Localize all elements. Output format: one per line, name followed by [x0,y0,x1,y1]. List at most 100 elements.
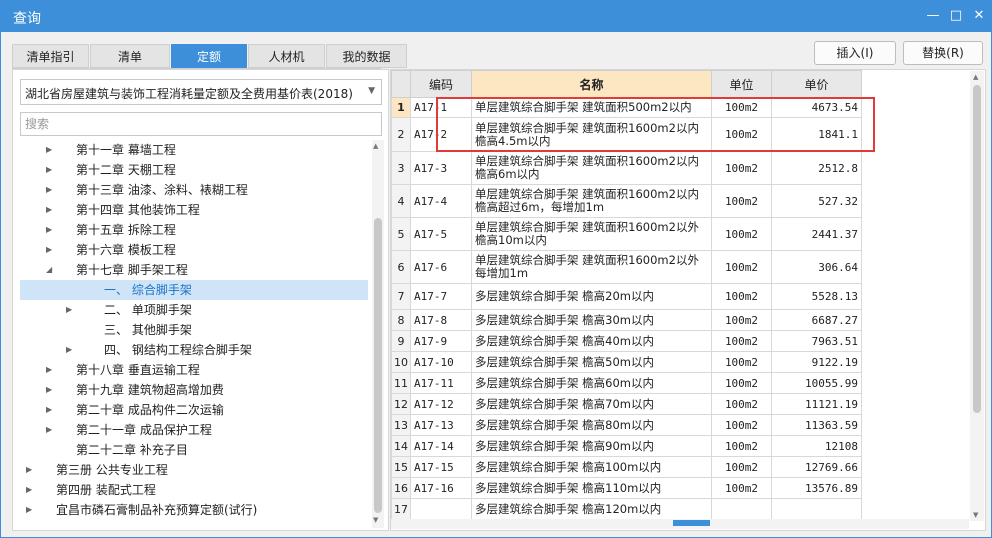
chevron-down-icon[interactable]: ▼ [368,86,375,96]
collapsed-caret-icon[interactable]: ▶ [46,200,52,220]
row-number[interactable]: 15 [391,456,411,478]
title-bar[interactable]: 查询 — □ ✕ [1,1,991,32]
price-cell[interactable]: 1841.1 [771,117,862,152]
price-cell[interactable]: 12108 [771,435,862,457]
row-number[interactable]: 1 [391,97,411,118]
name-cell[interactable]: 多层建筑综合脚手架 檐高50m以内 [471,351,712,373]
collapsed-caret-icon[interactable]: ▶ [46,140,52,160]
table-row[interactable]: 1 A17-1 单层建筑综合脚手架 建筑面积500m2以内 100m2 4673.54 [391,97,862,118]
collapsed-caret-icon[interactable]: ▶ [66,340,72,360]
splitter-grip[interactable] [673,520,710,526]
table-row[interactable]: 10 A17-10 多层建筑综合脚手架 檐高50m以内 100m2 9122.19 [391,351,862,373]
tree-item[interactable]: ▶ 第十九章 建筑物超高增加费 [20,380,368,400]
row-number[interactable]: 17 [391,498,411,520]
code-cell[interactable]: A17-11 [410,372,472,394]
search-input[interactable] [20,112,382,136]
collapsed-caret-icon[interactable]: ▶ [46,420,52,440]
table-row[interactable]: 9 A17-9 多层建筑综合脚手架 檐高40m以内 100m2 7963.51 [391,330,862,352]
replace-button[interactable]: 替换(R) [903,41,983,65]
unit-cell[interactable]: 100m2 [711,283,772,310]
table-row[interactable]: 14 A17-14 多层建筑综合脚手架 檐高90m以内 100m2 12108 [391,435,862,457]
unit-cell[interactable]: 100m2 [711,351,772,373]
code-cell[interactable]: A17-4 [410,184,472,218]
unit-cell[interactable]: 100m2 [711,330,772,352]
price-cell[interactable]: 4673.54 [771,97,862,118]
scroll-down-icon[interactable]: ▼ [373,516,378,524]
collapsed-caret-icon[interactable]: ▶ [46,220,52,240]
tree-item[interactable]: ▶ 第十一章 幕墙工程 [20,140,368,160]
price-cell[interactable]: 11363.59 [771,414,862,436]
table-row[interactable]: 13 A17-13 多层建筑综合脚手架 檐高80m以内 100m2 11363.59 [391,414,862,436]
collapsed-caret-icon[interactable]: ▶ [26,460,32,480]
unit-cell[interactable] [711,498,772,520]
tree-item[interactable]: ▶ 第十八章 垂直运输工程 [20,360,368,380]
collapsed-caret-icon[interactable]: ▶ [46,180,52,200]
unit-cell[interactable]: 100m2 [711,435,772,457]
name-cell[interactable]: 多层建筑综合脚手架 檐高100m以内 [471,456,712,478]
insert-button[interactable]: 插入(I) [814,41,896,65]
row-number[interactable]: 8 [391,309,411,331]
code-cell[interactable]: A17-1 [410,97,472,118]
row-number[interactable]: 11 [391,372,411,394]
name-cell[interactable]: 多层建筑综合脚手架 檐高40m以内 [471,330,712,352]
code-cell[interactable]: A17-5 [410,217,472,251]
table-row[interactable]: 4 A17-4 单层建筑综合脚手架 建筑面积1600m2以内 檐高超过6m，每增加1… [391,184,862,218]
row-number[interactable]: 10 [391,351,411,373]
maximize-icon[interactable]: □ [946,7,966,25]
price-cell[interactable]: 11121.19 [771,393,862,415]
tree-item[interactable]: ▶ 第十二章 天棚工程 [20,160,368,180]
tree-scrollbar[interactable]: ▲ ▼ [372,140,384,528]
table-row[interactable]: 8 A17-8 多层建筑综合脚手架 檐高30m以内 100m2 6687.27 [391,309,862,331]
table-row[interactable]: 15 A17-15 多层建筑综合脚手架 檐高100m以内 100m2 12769.66 [391,456,862,478]
name-cell[interactable]: 多层建筑综合脚手架 檐高30m以内 [471,309,712,331]
table-row[interactable]: 3 A17-3 单层建筑综合脚手架 建筑面积1600m2以内 檐高6m以内 100m2… [391,151,862,185]
price-cell[interactable]: 6687.27 [771,309,862,331]
unit-cell[interactable]: 100m2 [711,184,772,218]
unit-cell[interactable]: 100m2 [711,151,772,185]
close-icon[interactable]: ✕ [969,7,989,25]
tree-item[interactable]: 一、 综合脚手架 [20,280,368,300]
row-number[interactable]: 4 [391,184,411,218]
minimize-icon[interactable]: — [923,7,943,25]
unit-cell[interactable]: 100m2 [711,97,772,118]
scroll-down-icon[interactable]: ▼ [973,511,978,519]
unit-cell[interactable]: 100m2 [711,456,772,478]
name-cell[interactable]: 单层建筑综合脚手架 建筑面积1600m2以外 每增加1m [471,250,712,284]
code-cell[interactable]: A17-6 [410,250,472,284]
tab-4[interactable]: 我的数据 [326,44,407,68]
code-cell[interactable]: A17-3 [410,151,472,185]
unit-cell[interactable]: 100m2 [711,477,772,499]
grid-scrollbar[interactable]: ▲ ▼ [970,71,984,521]
row-number[interactable]: 7 [391,283,411,310]
unit-cell[interactable]: 100m2 [711,414,772,436]
tab-0[interactable]: 清单指引 [12,44,89,68]
scroll-up-icon[interactable]: ▲ [373,142,378,150]
tree-item[interactable]: ▶ 第十五章 拆除工程 [20,220,368,240]
row-number[interactable]: 5 [391,217,411,251]
name-cell[interactable]: 单层建筑综合脚手架 建筑面积500m2以内 [471,97,712,118]
tree-item[interactable]: 第二十二章 补充子目 [20,440,368,460]
code-cell[interactable]: A17-12 [410,393,472,415]
unit-cell[interactable]: 100m2 [711,217,772,251]
collapsed-caret-icon[interactable]: ▶ [46,360,52,380]
unit-cell[interactable]: 100m2 [711,250,772,284]
unit-cell[interactable]: 100m2 [711,372,772,394]
code-cell[interactable]: A17-14 [410,435,472,457]
price-cell[interactable]: 13576.89 [771,477,862,499]
tab-3[interactable]: 人材机 [248,44,325,68]
unit-cell[interactable]: 100m2 [711,117,772,152]
row-number[interactable]: 16 [391,477,411,499]
collapsed-caret-icon[interactable]: ▶ [66,300,72,320]
tree-scroll-thumb[interactable] [374,218,382,513]
expanded-caret-icon[interactable]: ◢ [46,260,52,280]
header-name[interactable]: 名称 [471,70,712,98]
unit-cell[interactable]: 100m2 [711,393,772,415]
price-cell[interactable]: 306.64 [771,250,862,284]
price-cell[interactable]: 10055.99 [771,372,862,394]
price-cell[interactable]: 2441.37 [771,217,862,251]
tree-item[interactable]: ▶ 第四册 装配式工程 [20,480,368,500]
name-cell[interactable]: 多层建筑综合脚手架 檐高110m以内 [471,477,712,499]
tree-item[interactable]: ◢ 第十七章 脚手架工程 [20,260,368,280]
price-cell[interactable]: 2512.8 [771,151,862,185]
collapsed-caret-icon[interactable]: ▶ [26,480,32,500]
